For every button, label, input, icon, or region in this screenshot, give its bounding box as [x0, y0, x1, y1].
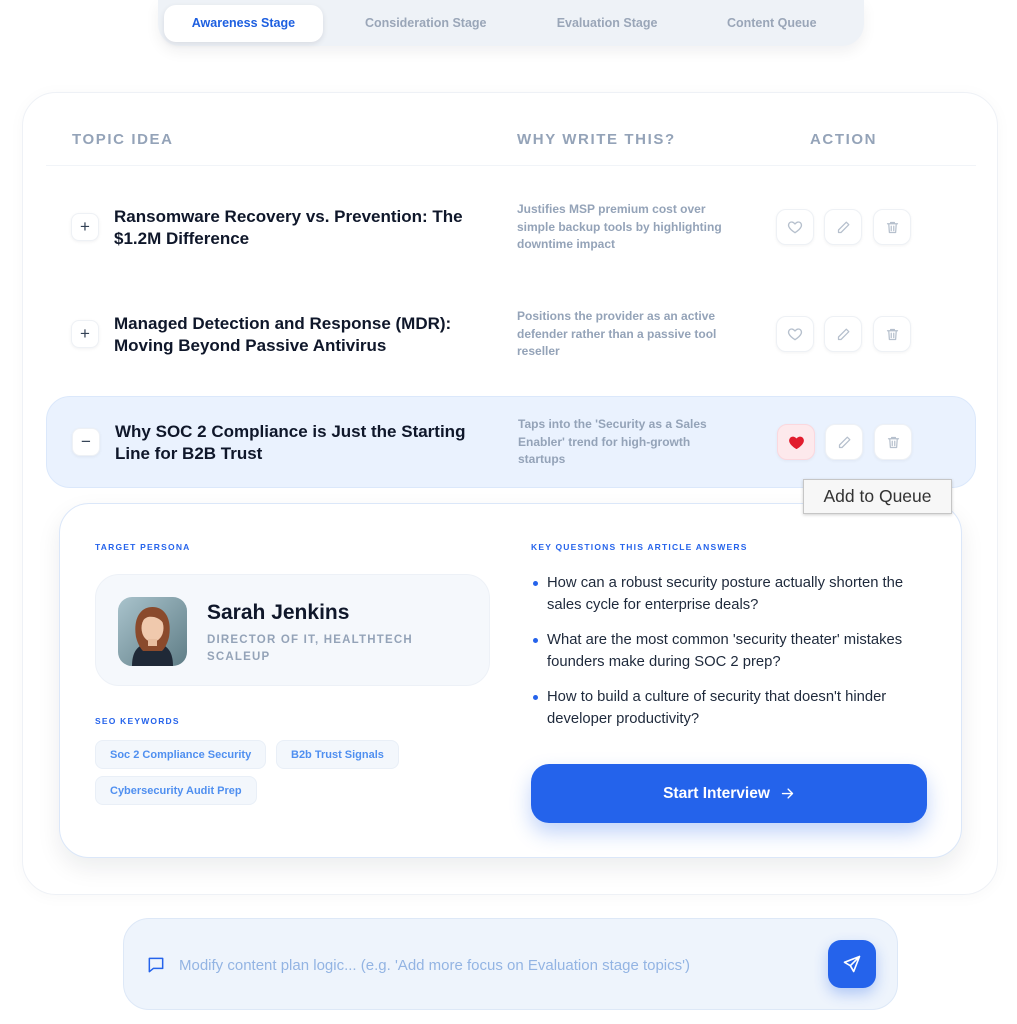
- column-header-why: WHY WRITE THIS?: [517, 131, 676, 148]
- persona-name: Sarah Jenkins: [207, 601, 350, 624]
- expand-toggle[interactable]: +: [71, 213, 99, 241]
- tab-content-queue[interactable]: Content Queue: [685, 5, 858, 42]
- topic-rationale: Positions the provider as an active defe…: [517, 309, 717, 358]
- trash-icon: [886, 221, 898, 233]
- delete-button[interactable]: [873, 209, 911, 245]
- table-row: + Managed Detection and Response (MDR): …: [46, 289, 976, 381]
- topic-title: Why SOC 2 Compliance is Just the Startin…: [115, 422, 466, 463]
- like-button[interactable]: [777, 424, 815, 460]
- plan-chat-bar: [123, 918, 898, 1010]
- topic-detail-panel: TARGET PERSONA Sarah Jenkins DIRECTOR OF…: [59, 503, 962, 858]
- send-button[interactable]: [828, 940, 876, 988]
- heart-icon: [787, 328, 803, 341]
- edit-button[interactable]: [824, 316, 862, 352]
- like-button[interactable]: [776, 209, 814, 245]
- topic-rationale: Justifies MSP premium cost over simple b…: [517, 202, 722, 251]
- pencil-icon: [837, 328, 849, 340]
- table-row: + Ransomware Recovery vs. Prevention: Th…: [46, 182, 976, 274]
- key-questions-list: How can a robust security posture actual…: [531, 572, 931, 743]
- expand-toggle[interactable]: +: [71, 320, 99, 348]
- question-item: How can a robust security posture actual…: [531, 572, 931, 616]
- tab-awareness-stage[interactable]: Awareness Stage: [164, 4, 323, 42]
- add-to-queue-tooltip: Add to Queue: [803, 479, 952, 514]
- column-header-action: ACTION: [810, 131, 878, 148]
- delete-button[interactable]: [873, 316, 911, 352]
- question-item: How to build a culture of security that …: [531, 686, 931, 730]
- avatar: [118, 597, 187, 666]
- stage-tabs: Awareness Stage Consideration Stage Eval…: [158, 0, 864, 46]
- topic-rationale: Taps into the 'Security as a Sales Enabl…: [518, 417, 707, 466]
- tab-evaluation-stage[interactable]: Evaluation Stage: [529, 5, 686, 42]
- seo-section-label: SEO KEYWORDS: [95, 716, 180, 726]
- keyword-chip: Soc 2 Compliance Security: [95, 740, 267, 769]
- heart-filled-icon: [788, 436, 804, 449]
- topic-title: Ransomware Recovery vs. Prevention: The …: [114, 207, 463, 248]
- plan-logic-input[interactable]: [179, 949, 819, 981]
- trash-icon: [886, 328, 898, 340]
- pencil-icon: [837, 221, 849, 233]
- start-interview-button[interactable]: Start Interview: [531, 764, 927, 823]
- edit-button[interactable]: [824, 209, 862, 245]
- heart-icon: [787, 221, 803, 234]
- edit-button[interactable]: [825, 424, 863, 460]
- tab-consideration-stage[interactable]: Consideration Stage: [323, 5, 529, 42]
- column-header-topic: TOPIC IDEA: [72, 131, 174, 148]
- collapse-toggle[interactable]: −: [72, 428, 100, 456]
- keyword-chip: B2b Trust Signals: [276, 740, 399, 769]
- topic-title: Managed Detection and Response (MDR): Mo…: [114, 314, 452, 355]
- message-square-icon: [148, 957, 164, 973]
- trash-icon: [887, 436, 899, 448]
- persona-role: DIRECTOR OF IT, HEALTHTECH SCALEUP: [207, 634, 413, 663]
- arrow-right-icon: [781, 788, 794, 799]
- pencil-icon: [838, 436, 850, 448]
- send-icon: [843, 955, 861, 973]
- like-button[interactable]: [776, 316, 814, 352]
- keyword-chip: Cybersecurity Audit Prep: [95, 776, 257, 805]
- question-item: What are the most common 'security theat…: [531, 629, 931, 673]
- table-row-expanded: − Why SOC 2 Compliance is Just the Start…: [46, 396, 976, 488]
- persona-section-label: TARGET PERSONA: [95, 542, 191, 552]
- start-interview-label: Start Interview: [663, 784, 770, 802]
- persona-card: Sarah Jenkins DIRECTOR OF IT, HEALTHTECH…: [95, 574, 490, 686]
- header-divider: [46, 165, 976, 166]
- questions-section-label: KEY QUESTIONS THIS ARTICLE ANSWERS: [531, 542, 748, 552]
- delete-button[interactable]: [874, 424, 912, 460]
